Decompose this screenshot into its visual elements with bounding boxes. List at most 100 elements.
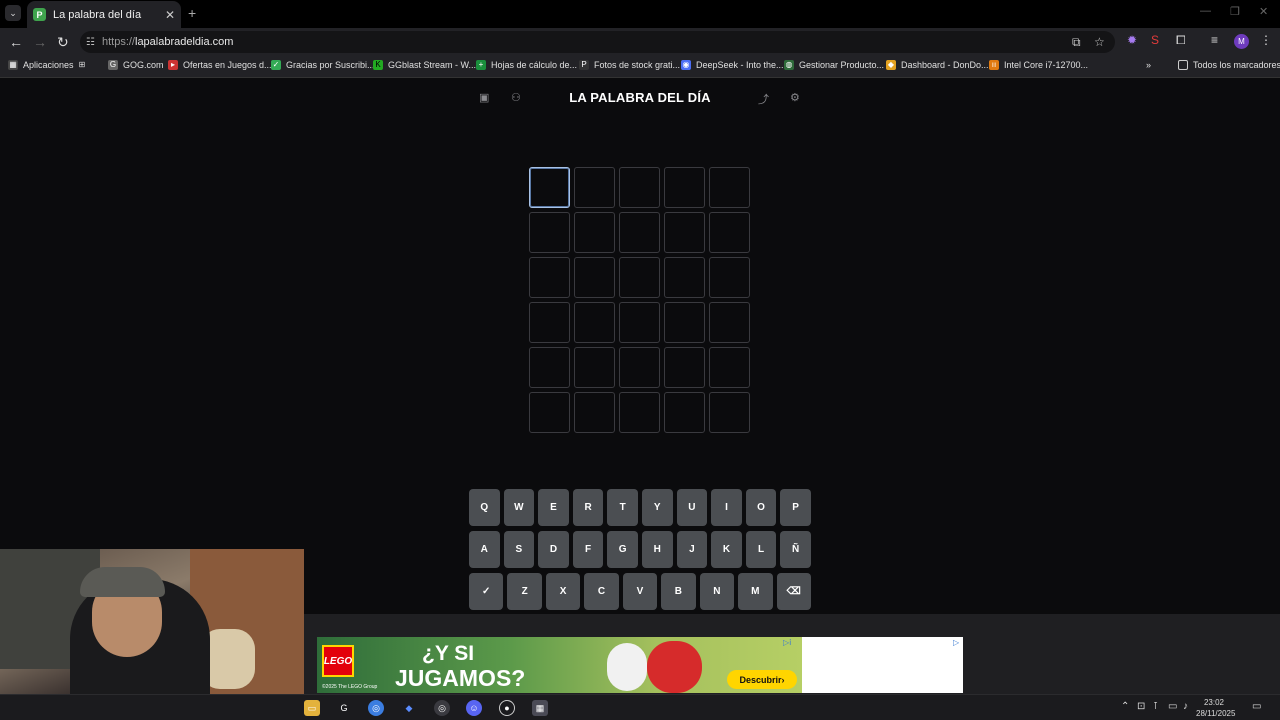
letter-cell[interactable] [574,347,615,388]
letter-cell[interactable] [574,257,615,298]
key-j[interactable]: J [676,531,708,568]
key-n[interactable]: N [699,573,735,610]
restore-icon[interactable]: ❐ [1230,5,1240,18]
key-e[interactable]: E [538,489,569,526]
taskbar-clock[interactable]: 23:02 28/11/2025 [1196,697,1235,719]
key-x[interactable]: X [545,573,581,610]
key-i[interactable]: I [711,489,742,526]
backspace-key[interactable]: ⌫ [776,573,811,610]
chrome-icon[interactable]: ◎ [368,700,384,716]
letter-cell[interactable] [619,302,660,343]
ad-cta-button[interactable]: Descubrir› [727,670,797,689]
app-diamond-icon[interactable]: ◆ [401,700,417,716]
key-ñ[interactable]: Ñ [780,531,811,568]
key-f[interactable]: F [572,531,604,568]
calculator-icon[interactable]: ▦ [532,700,548,716]
tray-overflow-icon[interactable]: ⌃ [1121,701,1129,712]
bookmark-item[interactable]: ◉ DeepSeek - Into the... [681,60,784,70]
apps-grid-icon[interactable]: ⊞ [77,60,92,70]
address-bar[interactable]: ☷ https:// lapalabradeldia.com ⧉ ☆ [80,31,1115,53]
browser-menu-icon[interactable]: ⋮ [1260,33,1272,47]
letter-cell[interactable] [529,212,570,253]
bookmark-item[interactable]: ◆ Dashboard - DonDo... [886,60,989,70]
forward-icon[interactable]: → [33,34,47,50]
user-icon[interactable]: ⚇ [511,91,521,104]
help-panel-icon[interactable]: ▣ [479,91,489,104]
volume-icon[interactable]: ♪ [1183,701,1188,712]
g-app-icon[interactable]: G [336,700,352,716]
letter-cell[interactable] [574,212,615,253]
letter-cell[interactable] [664,347,705,388]
key-v[interactable]: V [622,573,658,610]
letter-cell[interactable] [619,257,660,298]
letter-cell[interactable] [574,392,615,433]
new-tab-icon[interactable]: + [188,5,196,21]
bookmarks-overflow-icon[interactable]: » [1146,60,1151,70]
letter-cell[interactable] [709,347,750,388]
stats-icon[interactable]: ⤴ [758,91,769,107]
enter-key[interactable]: ✓ [469,573,504,610]
reload-icon[interactable]: ↻ [57,34,69,51]
letter-cell[interactable] [619,392,660,433]
network-icon[interactable]: ▭ [1168,701,1177,712]
bookmark-star-icon[interactable]: ☆ [1094,31,1105,53]
letter-cell[interactable] [709,212,750,253]
letter-cell[interactable] [574,167,615,208]
bookmark-item[interactable]: P Fotos de stock grati... [579,60,680,70]
bookmark-item[interactable]: ▸ Ofertas en Juegos d... [168,60,272,70]
file-explorer-icon[interactable]: ▭ [304,700,320,716]
extensions-puzzle-icon[interactable]: ⧠ [1176,33,1186,48]
letter-cell[interactable] [529,167,570,208]
letter-cell[interactable] [619,347,660,388]
minimize-icon[interactable]: — [1200,5,1211,17]
all-bookmarks-folder[interactable]: Todos los marcadores [1178,60,1280,70]
key-h[interactable]: H [641,531,673,568]
key-w[interactable]: W [503,489,535,526]
key-p[interactable]: P [780,489,811,526]
site-info-icon[interactable]: ☷ [86,37,95,48]
microphone-icon[interactable]: ⊺ [1153,701,1158,712]
key-m[interactable]: M [738,573,773,610]
key-q[interactable]: Q [469,489,500,526]
letter-cell[interactable] [664,167,705,208]
letter-cell[interactable] [574,302,615,343]
letter-cell[interactable] [664,257,705,298]
letter-cell[interactable] [709,257,750,298]
letter-cell[interactable] [709,167,750,208]
letter-cell[interactable] [664,302,705,343]
letter-cell[interactable] [709,392,750,433]
discord-icon[interactable]: ☺ [466,700,482,716]
key-k[interactable]: K [711,531,742,568]
tab-search-icon[interactable]: ⌄ [5,5,21,21]
key-r[interactable]: R [572,489,604,526]
close-window-icon[interactable]: ✕ [1259,5,1268,18]
key-u[interactable]: U [676,489,708,526]
extension-s-icon[interactable]: S [1151,33,1159,47]
bookmark-item[interactable]: ◍ Gestionar Producto... [784,60,884,70]
close-tab-icon[interactable]: ✕ [165,8,175,22]
install-app-icon[interactable]: ⧉ [1072,31,1081,53]
back-icon[interactable]: ← [9,34,23,50]
letter-cell[interactable] [664,392,705,433]
key-b[interactable]: B [661,573,696,610]
obs-icon[interactable]: ● [499,700,515,716]
letter-cell[interactable] [529,302,570,343]
key-d[interactable]: D [538,531,569,568]
letter-cell[interactable] [529,257,570,298]
bookmark-item[interactable]: + Hojas de cálculo de... [476,60,577,70]
key-s[interactable]: S [503,531,535,568]
key-z[interactable]: Z [507,573,542,610]
letter-cell[interactable] [529,347,570,388]
letter-cell[interactable] [529,392,570,433]
lego-banner-ad[interactable]: LEGO ¿Y SI JUGAMOS? ©2025 The LEGO Group… [317,637,963,693]
bookmark-item[interactable]: ▦ Aplicaciones [8,60,74,70]
letter-cell[interactable] [664,212,705,253]
letter-cell[interactable] [619,212,660,253]
key-g[interactable]: G [607,531,638,568]
key-c[interactable]: C [584,573,619,610]
key-t[interactable]: T [607,489,638,526]
tray-device-icon[interactable]: ⊡ [1137,701,1145,712]
letter-cell[interactable] [709,302,750,343]
key-l[interactable]: L [745,531,777,568]
key-o[interactable]: O [745,489,777,526]
